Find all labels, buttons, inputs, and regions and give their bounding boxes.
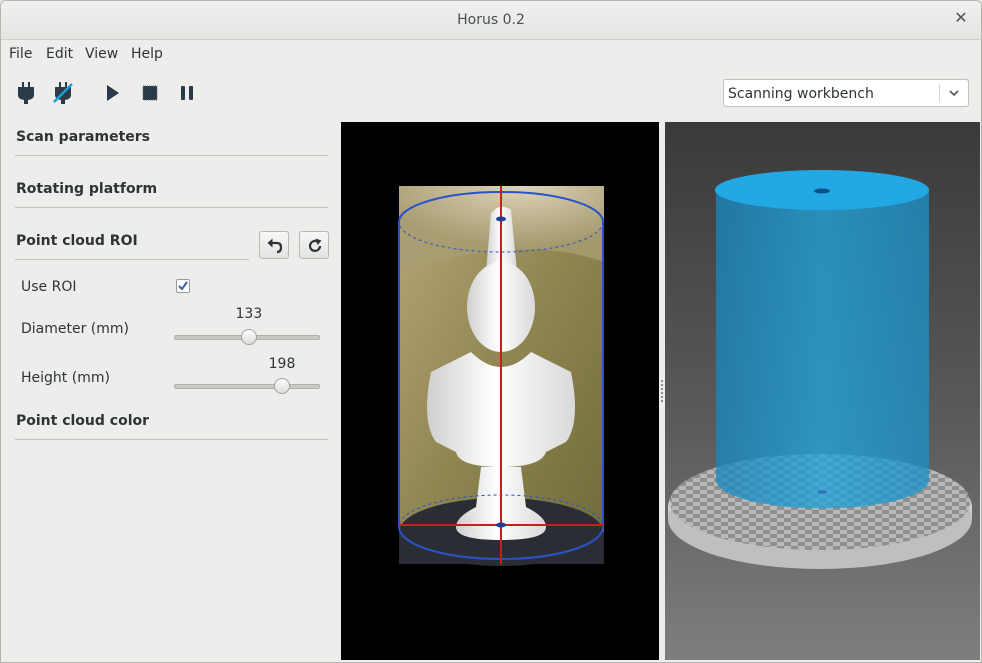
undo-icon: [267, 238, 283, 254]
menu-bar: File Edit View Help: [1, 39, 981, 67]
height-value: 198: [268, 356, 296, 372]
diameter-value: 133: [235, 306, 263, 322]
camera-image: [398, 186, 604, 566]
reset-button[interactable]: [299, 231, 329, 259]
checkmark-icon: [178, 281, 188, 291]
refresh-icon: [308, 238, 322, 252]
window-title: Horus 0.2: [457, 12, 525, 28]
divider: [15, 439, 328, 440]
toolbar: Scanning workbench: [1, 71, 981, 115]
divider: [15, 155, 328, 156]
section-point-cloud-color[interactable]: Point cloud color: [16, 413, 149, 429]
divider: [15, 207, 328, 208]
sidebar: Scan parameters Rotating platform Point …: [1, 119, 341, 662]
splitter-grip[interactable]: [661, 380, 663, 404]
menu-help[interactable]: Help: [131, 46, 163, 62]
height-slider-handle[interactable]: [274, 378, 290, 394]
undo-button[interactable]: [259, 231, 289, 259]
divider: [15, 259, 249, 260]
stop-icon[interactable]: [138, 81, 162, 105]
disconnect-icon[interactable]: [51, 81, 75, 105]
menu-edit[interactable]: Edit: [46, 46, 73, 62]
play-icon[interactable]: [100, 81, 124, 105]
diameter-label: Diameter (mm): [21, 321, 130, 337]
menu-file[interactable]: File: [9, 46, 32, 62]
menu-view[interactable]: View: [85, 46, 118, 62]
use-roi-checkbox[interactable]: [176, 279, 190, 293]
section-rotating-platform[interactable]: Rotating platform: [16, 181, 157, 197]
app-window: Horus 0.2 ✕ File Edit View Help Scanning…: [0, 0, 982, 663]
height-slider-track[interactable]: [174, 384, 320, 389]
pause-icon[interactable]: [175, 81, 199, 105]
title-bar: Horus 0.2 ✕: [1, 1, 981, 40]
section-point-cloud-roi[interactable]: Point cloud ROI: [16, 233, 138, 249]
connect-icon[interactable]: [14, 81, 38, 105]
diameter-slider-handle[interactable]: [240, 329, 257, 345]
workbench-select[interactable]: Scanning workbench: [723, 79, 969, 107]
camera-view[interactable]: [341, 122, 659, 660]
chevron-down-icon: [949, 90, 959, 97]
height-label: Height (mm): [21, 370, 110, 386]
workbench-select-value: Scanning workbench: [728, 86, 874, 102]
combo-divider: [939, 84, 940, 102]
scene-3d-render: [668, 170, 972, 569]
section-scan-parameters[interactable]: Scan parameters: [16, 129, 150, 145]
use-roi-label: Use ROI: [21, 279, 77, 295]
scene-3d-view[interactable]: [665, 122, 980, 660]
close-icon[interactable]: ✕: [953, 10, 969, 26]
